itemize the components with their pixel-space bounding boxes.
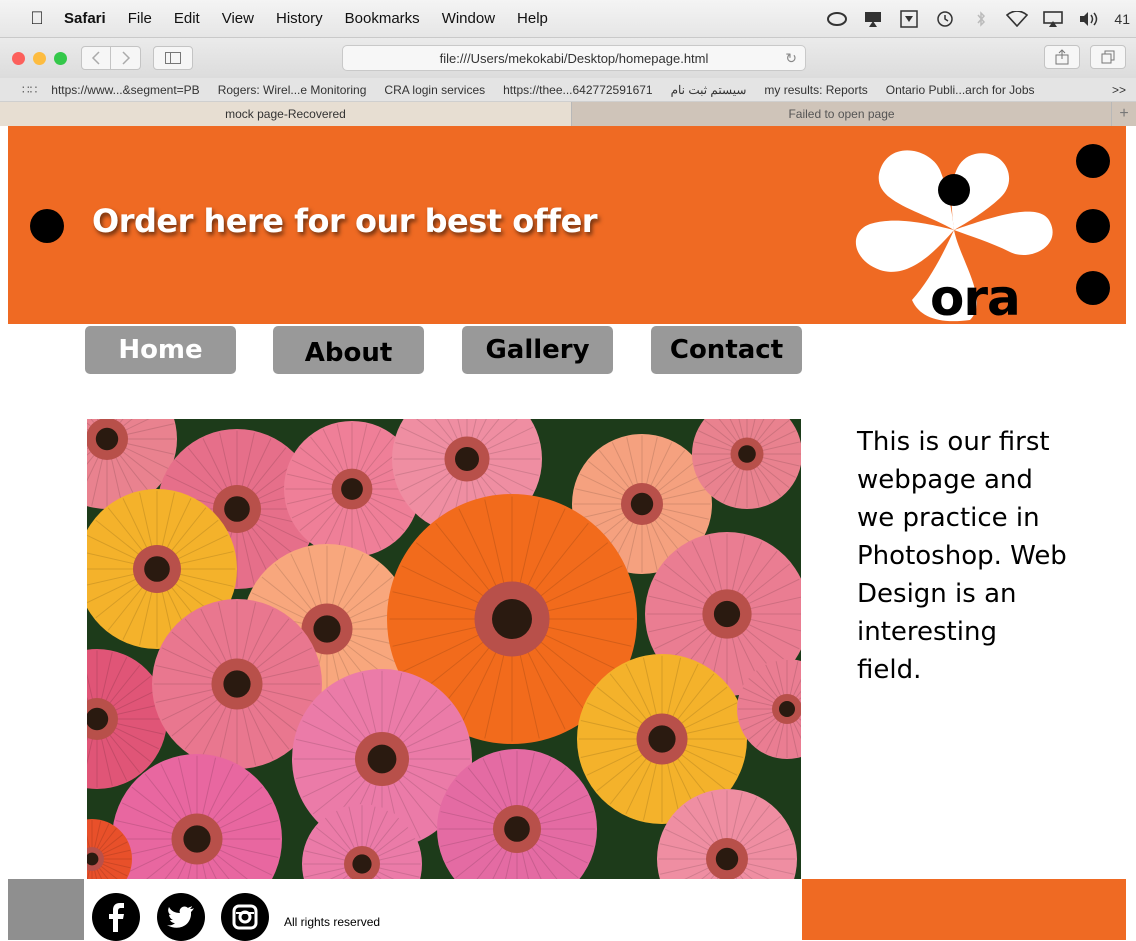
bookmarks-more-button[interactable]: >> <box>1112 83 1126 97</box>
chevron-right-icon <box>121 51 131 65</box>
nav-contact[interactable]: Contact <box>651 326 802 374</box>
creative-cloud-icon[interactable] <box>826 10 848 28</box>
header-dot-middle <box>1076 209 1110 243</box>
menu-window[interactable]: Window <box>442 10 495 27</box>
nav-about[interactable]: About <box>273 326 424 374</box>
logo-text: ora <box>930 272 1020 324</box>
download-icon[interactable] <box>898 10 920 28</box>
tab-bar: mock page-Recovered Failed to open page … <box>0 102 1136 126</box>
facebook-icon[interactable] <box>92 893 140 941</box>
minimize-window-button[interactable] <box>33 52 46 65</box>
tab-mock-page[interactable]: mock page-Recovered <box>0 102 572 126</box>
menu-help[interactable]: Help <box>517 10 548 27</box>
menu-bookmarks[interactable]: Bookmarks <box>345 10 420 27</box>
nav-gallery[interactable]: Gallery <box>462 326 613 374</box>
header-dot-top <box>1076 144 1110 178</box>
bookmark-3[interactable]: CRA login services <box>384 83 485 97</box>
copyright-text: All rights reserved <box>284 915 380 929</box>
twitter-icon[interactable] <box>157 893 205 941</box>
header-dot-bottom <box>1076 271 1110 305</box>
time-machine-icon[interactable] <box>934 10 956 28</box>
sidebar-icon <box>165 52 181 64</box>
footer-grey-block <box>8 879 84 940</box>
header-bullet-dot <box>30 209 64 243</box>
zoom-window-button[interactable] <box>54 52 67 65</box>
bluetooth-icon[interactable] <box>970 10 992 28</box>
menu-file[interactable]: File <box>128 10 152 27</box>
tab-failed-page[interactable]: Failed to open page <box>572 102 1112 126</box>
volume-icon[interactable] <box>1078 10 1100 28</box>
top-sites-grid-icon[interactable]: ∷∷ <box>22 83 37 97</box>
menu-history[interactable]: History <box>276 10 323 27</box>
bookmark-4[interactable]: https://thee...642772591671 <box>503 83 652 97</box>
sidebar-toggle-button[interactable] <box>153 46 193 70</box>
offer-headline[interactable]: Order here for our best offer <box>92 202 597 240</box>
nav-home[interactable]: Home <box>85 326 236 374</box>
bookmark-6[interactable]: my results: Reports <box>764 83 867 97</box>
chevron-left-icon <box>91 51 101 65</box>
bookmark-2[interactable]: Rogers: Wirel...e Monitoring <box>218 83 367 97</box>
back-button[interactable] <box>81 46 111 70</box>
status-partial-text: 41 <box>1114 11 1130 27</box>
tabs-icon <box>1101 50 1115 64</box>
mac-menu-bar:  Safari File Edit View History Bookmark… <box>0 0 1136 38</box>
toolbar-right <box>1044 45 1126 69</box>
gerbera-flowers-photo <box>87 419 801 879</box>
web-page: Order here for our best offer ora Home A… <box>0 126 1136 940</box>
apple-icon[interactable]:  <box>20 8 54 29</box>
bookmark-1[interactable]: https://www...&segment=PB <box>51 83 199 97</box>
tabs-overview-button[interactable] <box>1090 45 1126 69</box>
history-nav <box>81 46 141 70</box>
url-text: file:///Users/mekokabi/Desktop/homepage.… <box>440 51 709 66</box>
footer-orange-block <box>802 879 1126 940</box>
airplay-icon[interactable] <box>1042 10 1064 28</box>
new-tab-button[interactable]: + <box>1112 102 1136 126</box>
instagram-icon[interactable] <box>221 893 269 941</box>
bookmarks-bar: ∷∷ https://www...&segment=PB Rogers: Wir… <box>0 78 1136 102</box>
intro-text: This is our first webpage and we practic… <box>857 423 1067 689</box>
share-button[interactable] <box>1044 45 1080 69</box>
airplay-display-icon[interactable] <box>862 10 884 28</box>
menu-app-safari[interactable]: Safari <box>64 10 106 27</box>
close-window-button[interactable] <box>12 52 25 65</box>
status-icons: 41 <box>826 0 1136 38</box>
address-bar[interactable]: file:///Users/mekokabi/Desktop/homepage.… <box>342 45 806 71</box>
menu-view[interactable]: View <box>222 10 254 27</box>
forward-button[interactable] <box>111 46 141 70</box>
menu-edit[interactable]: Edit <box>174 10 200 27</box>
bookmark-7[interactable]: Ontario Publi...arch for Jobs <box>886 83 1035 97</box>
window-controls <box>12 52 67 65</box>
reload-icon[interactable]: ↻ <box>785 50 797 67</box>
share-icon <box>1055 49 1069 65</box>
site-nav: Home About Gallery Contact <box>0 326 1136 376</box>
bookmark-5[interactable]: سیستم ثبت نام <box>671 83 747 97</box>
wifi-icon[interactable] <box>1006 10 1028 28</box>
browser-toolbar: file:///Users/mekokabi/Desktop/homepage.… <box>0 38 1136 78</box>
site-footer: All rights reserved <box>8 879 1126 940</box>
